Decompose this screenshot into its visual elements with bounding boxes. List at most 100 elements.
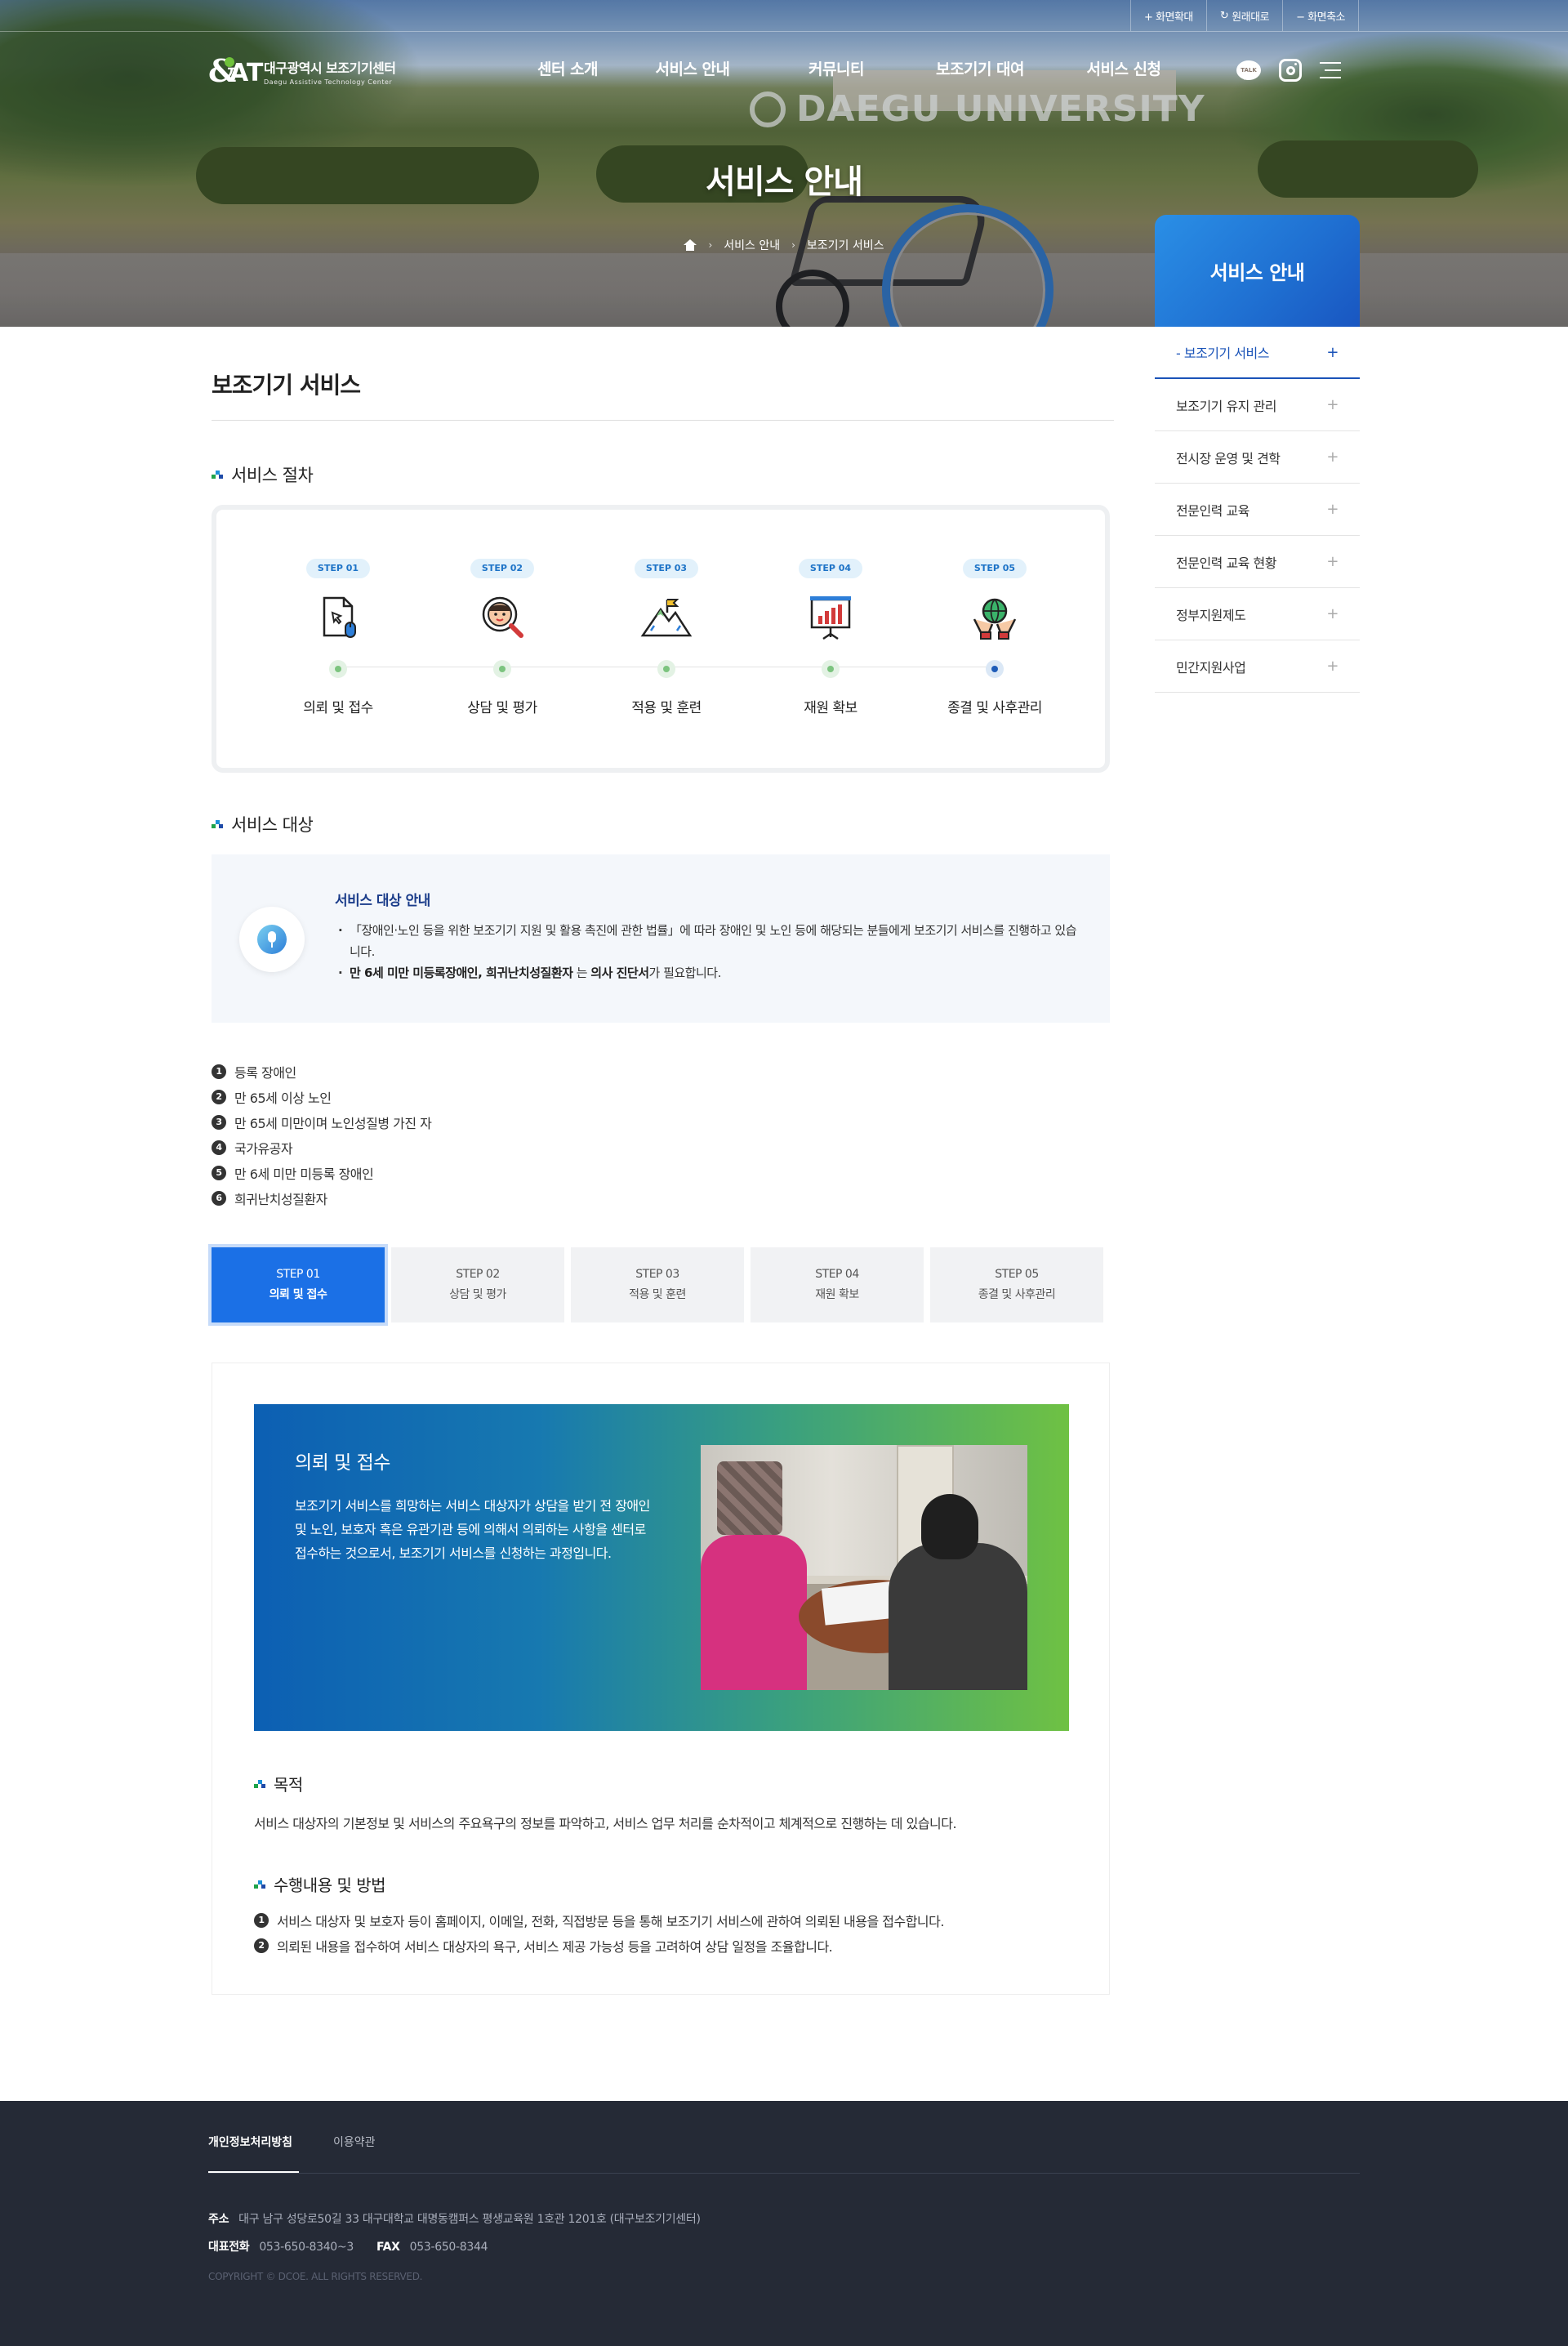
microphone-icon bbox=[239, 907, 305, 972]
list-item-text: 희귀난치성질환자 bbox=[234, 1191, 327, 1207]
plus-icon: + bbox=[1326, 343, 1339, 361]
list-item-text: 만 65세 미만이며 노인성질병 가진 자 bbox=[234, 1115, 432, 1131]
section-heading: 서비스 대상 bbox=[212, 812, 314, 836]
sidebar-item-education-status[interactable]: 전문인력 교육 현황 + bbox=[1155, 536, 1360, 588]
step-label: 의뢰 및 접수 bbox=[303, 700, 373, 716]
fax-label: FAX bbox=[376, 2241, 400, 2254]
nav-service-info[interactable]: 서비스 안내 bbox=[621, 57, 764, 79]
sidebar-menu: - 보조기기 서비스 + 보조기기 유지 관리 + 전시장 운영 및 견학 + 전문인… bbox=[1155, 327, 1360, 693]
sidebar-item-government-support[interactable]: 정부지원제도 + bbox=[1155, 588, 1360, 640]
divider bbox=[212, 420, 1114, 421]
step-badge: STEP 01 bbox=[305, 559, 371, 578]
bullet-icon bbox=[254, 1779, 265, 1789]
list-item-text: 서비스 대상자 및 보호자 등이 홈페이지, 이메일, 전화, 직접방문 등을 … bbox=[277, 1913, 944, 1929]
bullet-icon bbox=[254, 1880, 265, 1889]
zoom-reset-button[interactable]: ↻ 원래대로 bbox=[1207, 0, 1284, 31]
list-item: 2 만 65세 이상 노인 bbox=[212, 1084, 431, 1109]
logo-mark-icon: & AT bbox=[208, 52, 264, 89]
step-tabs: STEP 01 의뢰 및 접수 STEP 02 상담 및 평가 STEP 03 적용 … bbox=[212, 1247, 1103, 1322]
info-bold-text: 만 6세 미만 미등록장애인, 희귀난치성질환자 bbox=[350, 966, 573, 980]
plus-icon: + bbox=[1326, 658, 1339, 675]
info-text: 가 필요합니다. bbox=[648, 966, 722, 980]
menu-hamburger-icon[interactable] bbox=[1320, 62, 1341, 78]
bullet-icon bbox=[212, 819, 223, 829]
tab-step-01[interactable]: STEP 01 의뢰 및 접수 bbox=[212, 1247, 385, 1322]
purpose-text: 서비스 대상자의 기본정보 및 서비스의 주요욕구의 정보를 파악하고, 서비스… bbox=[254, 1816, 957, 1831]
plus-icon: + bbox=[1326, 553, 1339, 570]
info-line: 「장애인·노인 등을 위한 보조기기 지원 및 활용 촉진에 관한 법률」에 따… bbox=[335, 920, 1078, 962]
sidebar-item-private-support[interactable]: 민간지원사업 + bbox=[1155, 640, 1360, 693]
number-badge: 1 bbox=[254, 1912, 269, 1928]
site-logo[interactable]: & AT 대구광역시 보조기기센터 Daegu Assistive Technol… bbox=[208, 54, 396, 88]
zoom-in-button[interactable]: + 화면확대 bbox=[1131, 0, 1207, 31]
tab-step-02[interactable]: STEP 02 상담 및 평가 bbox=[391, 1247, 564, 1322]
footer-info: 주소 대구 남구 성당로50길 33 대구대학교 대명동캠퍼스 평생교육원 1호관… bbox=[208, 2206, 701, 2261]
process-step: STEP 02 상담 및 평가 bbox=[421, 559, 584, 716]
copyright: COPYRIGHT © DCOE. ALL RIGHTS RESERVED. bbox=[208, 2271, 423, 2282]
section-heading-text: 서비스 절차 bbox=[231, 466, 314, 485]
main-navigation: 센터 소개 서비스 안내 커뮤니티 보조기기 대여 서비스 신청 bbox=[514, 57, 1196, 79]
sidebar-item-label: 전문인력 교육 현황 bbox=[1176, 555, 1276, 571]
feature-description: 보조기기 서비스를 희망하는 서비스 대상자가 상담을 받기 전 장애인 및 노… bbox=[295, 1498, 650, 1561]
tab-step-number: STEP 04 bbox=[815, 1268, 859, 1281]
page-hero-title: 서비스 안내 bbox=[706, 163, 863, 201]
number-badge: 5 bbox=[212, 1165, 226, 1180]
sidebar: 서비스 안내 - 보조기기 서비스 + 보조기기 유지 관리 + 전시장 운영 및 … bbox=[1155, 215, 1360, 693]
consultation-photo bbox=[701, 1445, 1027, 1690]
nav-service-apply[interactable]: 서비스 신청 bbox=[1052, 57, 1196, 79]
sidebar-item-exhibition[interactable]: 전시장 운영 및 견학 + bbox=[1155, 431, 1360, 484]
step-label: 종결 및 사후관리 bbox=[947, 700, 1042, 716]
nav-device-rental[interactable]: 보조기기 대여 bbox=[908, 57, 1052, 79]
tab-step-03[interactable]: STEP 03 적용 및 훈련 bbox=[571, 1247, 744, 1322]
nav-community[interactable]: 커뮤니티 bbox=[764, 57, 908, 79]
step-badge: STEP 05 bbox=[962, 559, 1027, 578]
step-node bbox=[329, 660, 347, 678]
list-item-text: 등록 장애인 bbox=[234, 1064, 296, 1081]
sidebar-item-assistive-service[interactable]: - 보조기기 서비스 + bbox=[1155, 327, 1360, 379]
sidebar-title: 서비스 안내 bbox=[1155, 215, 1360, 327]
list-item-text: 의뢰된 내용을 접수하여 서비스 대상자의 욕구, 서비스 제공 가능성 등을 … bbox=[277, 1938, 833, 1955]
sidebar-item-education[interactable]: 전문인력 교육 + bbox=[1155, 484, 1360, 536]
sidebar-item-label: 전시장 운영 및 견학 bbox=[1176, 450, 1281, 466]
step-node bbox=[822, 660, 840, 678]
kakao-talk-icon[interactable]: TALK bbox=[1236, 60, 1261, 80]
step-label: 상담 및 평가 bbox=[467, 700, 537, 716]
address-label: 주소 bbox=[208, 2213, 229, 2226]
list-item: 3 만 65세 미만이며 노인성질병 가진 자 bbox=[212, 1109, 432, 1135]
number-badge: 3 bbox=[212, 1114, 226, 1130]
process-step: STEP 03 적용 및 훈련 bbox=[585, 559, 748, 716]
section-heading: 서비스 절차 bbox=[212, 462, 314, 487]
subsection-heading-text: 목적 bbox=[274, 1775, 303, 1795]
refresh-icon: ↻ bbox=[1219, 9, 1229, 22]
home-icon[interactable] bbox=[684, 239, 697, 251]
process-step: STEP 05 종결 및 사후관리 bbox=[913, 559, 1076, 716]
step-badge: STEP 03 bbox=[634, 559, 699, 578]
sidebar-item-label: - 보조기기 서비스 bbox=[1176, 346, 1270, 361]
tab-label: 의뢰 및 접수 bbox=[269, 1288, 327, 1301]
privacy-policy-link[interactable]: 개인정보처리방침 bbox=[208, 2134, 300, 2173]
header-divider bbox=[0, 31, 1568, 32]
sidebar-item-label: 전문인력 교육 bbox=[1176, 502, 1250, 519]
info-bold-text: 의사 진단서 bbox=[590, 966, 649, 980]
breadcrumb-item[interactable]: 서비스 안내 bbox=[724, 237, 780, 253]
tab-step-number: STEP 03 bbox=[635, 1268, 679, 1281]
chevron-right-icon: › bbox=[708, 239, 713, 251]
list-item: 1 서비스 대상자 및 보호자 등이 홈페이지, 이메일, 전화, 직접방문 등을… bbox=[254, 1907, 944, 1933]
list-item-text: 국가유공자 bbox=[234, 1140, 293, 1157]
zoom-out-button[interactable]: − 화면축소 bbox=[1283, 0, 1359, 31]
tab-step-number: STEP 01 bbox=[276, 1268, 320, 1281]
nav-center-intro[interactable]: 센터 소개 bbox=[514, 57, 621, 79]
step-label: 재원 확보 bbox=[804, 700, 858, 716]
breadcrumb-item[interactable]: 보조기기 서비스 bbox=[807, 237, 884, 253]
info-box-title: 서비스 대상 안내 bbox=[335, 893, 430, 909]
step-node bbox=[493, 660, 511, 678]
sidebar-item-maintenance[interactable]: 보조기기 유지 관리 + bbox=[1155, 379, 1360, 431]
tab-step-05[interactable]: STEP 05 종결 및 사후관리 bbox=[930, 1247, 1103, 1322]
logo-korean: 대구광역시 보조기기센터 bbox=[264, 60, 396, 76]
feature-title: 의뢰 및 접수 bbox=[295, 1452, 390, 1474]
step-badge: STEP 02 bbox=[470, 559, 535, 578]
bullet-icon bbox=[212, 470, 223, 479]
tab-step-04[interactable]: STEP 04 재원 확보 bbox=[751, 1247, 924, 1322]
instagram-icon[interactable] bbox=[1279, 59, 1302, 82]
terms-link[interactable]: 이용약관 bbox=[333, 2134, 376, 2150]
